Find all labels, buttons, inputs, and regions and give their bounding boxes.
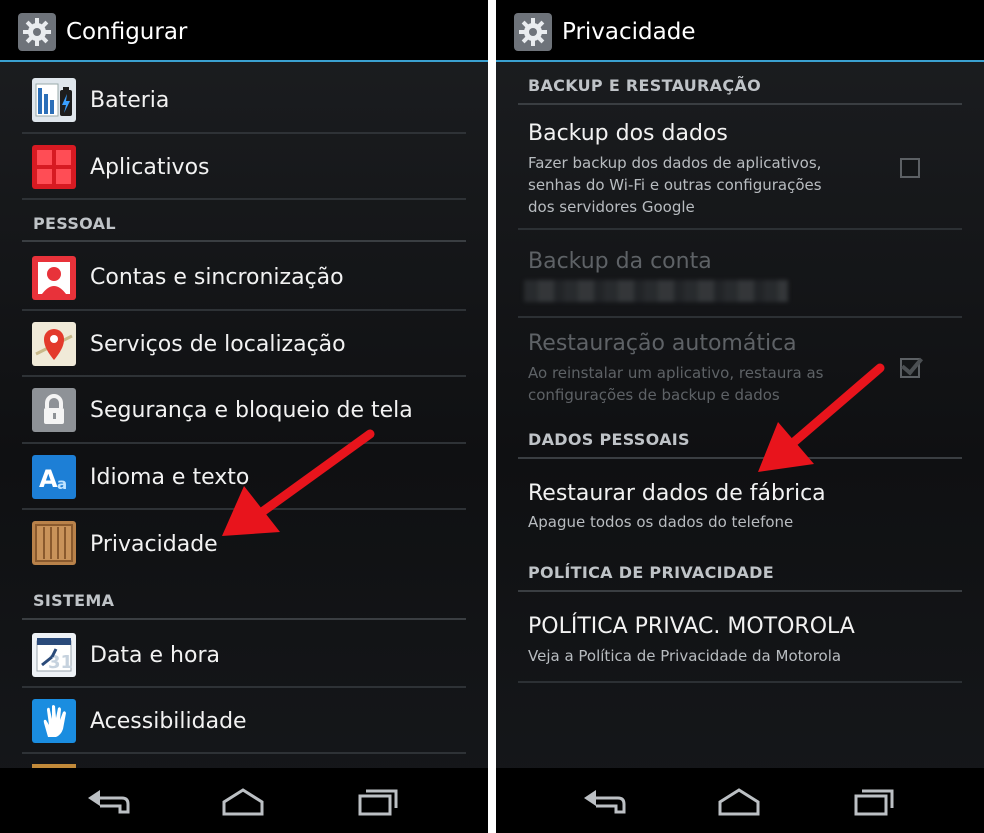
page-title: Privacidade bbox=[562, 19, 696, 45]
blurred-account-email bbox=[524, 280, 788, 302]
section-divider bbox=[22, 618, 466, 620]
accounts-sync-icon bbox=[32, 256, 76, 300]
section-divider bbox=[518, 590, 962, 592]
red-arrow-annotation bbox=[222, 429, 375, 536]
privacy-crate-icon bbox=[32, 521, 76, 565]
settings-item-location[interactable]: Serviços de localização bbox=[22, 311, 466, 377]
settings-item-date-time[interactable]: 31 Data e hora bbox=[22, 622, 466, 688]
setting-summary: Fazer backup dos dados de aplicativos, s… bbox=[528, 154, 822, 216]
red-arrow-annotation bbox=[758, 363, 885, 472]
settings-item-label: Data e hora bbox=[90, 643, 220, 668]
settings-gear-icon[interactable] bbox=[18, 13, 56, 51]
settings-item-accessibility[interactable]: Acessibilidade bbox=[22, 688, 466, 754]
calendar-clock-icon: 31 bbox=[32, 633, 76, 677]
settings-item-accounts-sync[interactable]: Contas e sincronização bbox=[22, 245, 466, 311]
settings-item-label: Serviços de localização bbox=[90, 332, 346, 357]
privacy-screen: Privacidade BACKUP E RESTAURAÇÃO Backup … bbox=[496, 0, 984, 833]
section-header-system: SISTEMA bbox=[33, 591, 115, 610]
section-divider bbox=[22, 240, 466, 242]
svg-text:a: a bbox=[57, 475, 67, 493]
back-button[interactable] bbox=[580, 784, 630, 818]
lock-icon bbox=[32, 388, 76, 432]
action-bar: Configurar bbox=[0, 0, 488, 62]
setting-title: Backup da conta bbox=[528, 249, 712, 274]
apps-grid-icon bbox=[32, 145, 76, 189]
battery-icon bbox=[32, 78, 76, 122]
row-divider bbox=[518, 316, 962, 318]
row-divider bbox=[518, 228, 962, 230]
section-divider bbox=[518, 103, 962, 105]
settings-gear-icon[interactable] bbox=[514, 13, 552, 51]
settings-item-label: Contas e sincronização bbox=[90, 265, 344, 290]
auto-restore-checkbox[interactable] bbox=[900, 358, 920, 378]
language-icon: A a bbox=[32, 455, 76, 499]
settings-item-label: Privacidade bbox=[90, 532, 218, 557]
setting-title: Backup dos dados bbox=[528, 121, 728, 146]
section-header-backup: BACKUP E RESTAURAÇÃO bbox=[528, 76, 761, 95]
settings-item-apps[interactable]: Aplicativos bbox=[22, 134, 466, 200]
home-icon bbox=[222, 788, 264, 816]
back-arrow-icon bbox=[88, 790, 130, 814]
setting-title: POLÍTICA PRIVAC. MOTOROLA bbox=[528, 614, 855, 639]
svg-text:A: A bbox=[39, 465, 58, 493]
settings-item-label: Aplicativos bbox=[90, 155, 210, 180]
home-button[interactable] bbox=[218, 784, 268, 818]
row-divider bbox=[518, 681, 962, 683]
setting-title: Restaurar dados de fábrica bbox=[528, 481, 826, 506]
back-button[interactable] bbox=[84, 784, 134, 818]
settings-screen: Configurar Bateria Aplicativos PESSOAL C… bbox=[0, 0, 488, 833]
location-pin-icon bbox=[32, 322, 76, 366]
backup-data-checkbox[interactable] bbox=[900, 158, 920, 178]
settings-item-label: Acessibilidade bbox=[90, 709, 247, 734]
settings-item-battery[interactable]: Bateria bbox=[22, 68, 466, 134]
navigation-bar bbox=[0, 768, 488, 833]
back-arrow-icon bbox=[584, 790, 626, 814]
recent-apps-icon bbox=[854, 789, 894, 816]
recent-apps-button[interactable] bbox=[850, 784, 900, 818]
setting-summary: Veja a Política de Privacidade da Motoro… bbox=[528, 647, 842, 665]
navigation-bar bbox=[496, 768, 984, 833]
settings-item-label: Bateria bbox=[90, 88, 170, 113]
home-icon bbox=[718, 788, 760, 816]
home-button[interactable] bbox=[714, 784, 764, 818]
page-title: Configurar bbox=[66, 19, 188, 45]
section-header-personal-data: DADOS PESSOAIS bbox=[528, 430, 690, 449]
action-bar: Privacidade bbox=[496, 0, 984, 62]
recent-apps-button[interactable] bbox=[354, 784, 404, 818]
section-header-personal: PESSOAL bbox=[33, 214, 116, 233]
section-header-privacy-policy: POLÍTICA DE PRIVACIDADE bbox=[528, 563, 774, 582]
setting-summary: Apague todos os dados do telefone bbox=[528, 513, 794, 531]
hand-icon bbox=[32, 699, 76, 743]
recent-apps-icon bbox=[358, 789, 398, 816]
